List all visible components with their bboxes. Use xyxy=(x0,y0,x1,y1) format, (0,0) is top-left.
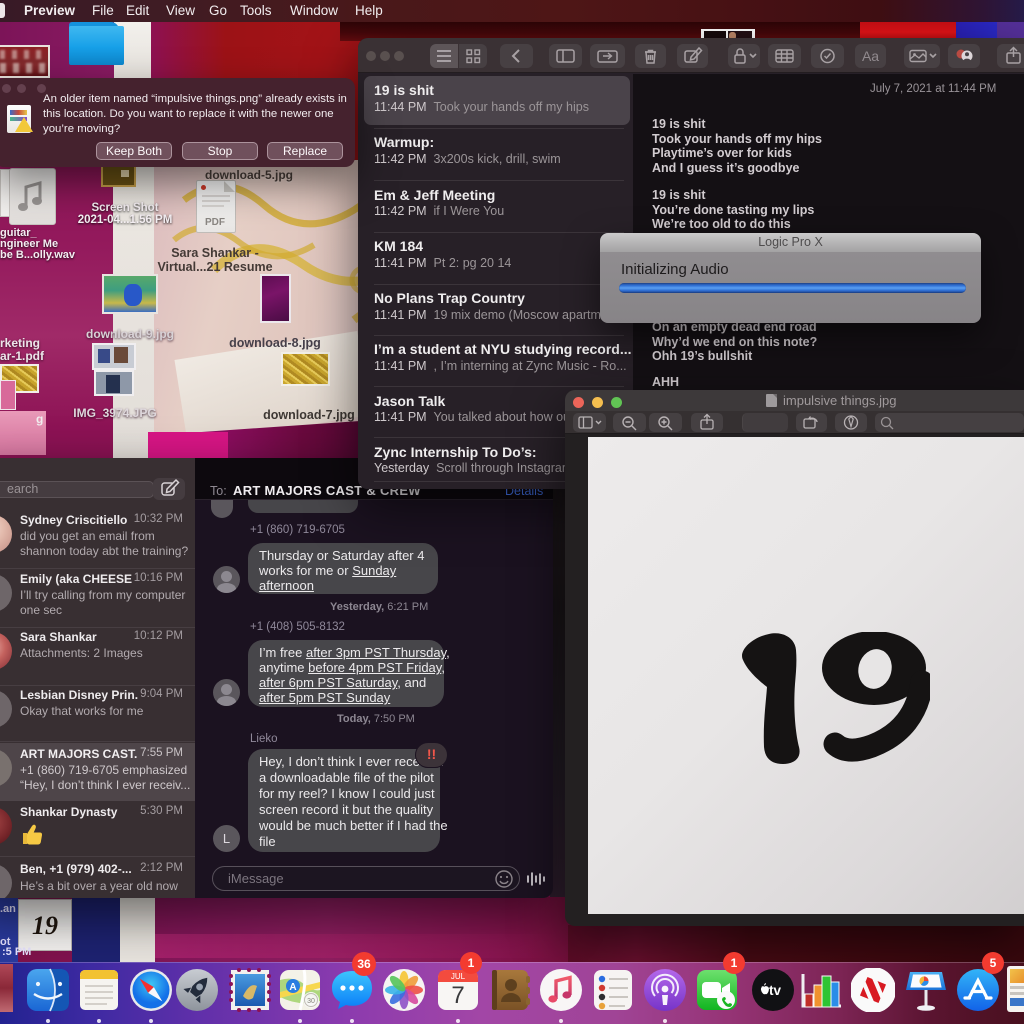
svg-text:JUL: JUL xyxy=(451,972,466,981)
svg-text:30: 30 xyxy=(307,998,315,1005)
svg-text:7: 7 xyxy=(451,982,464,1009)
svg-text:tv: tv xyxy=(769,983,781,998)
svg-text:A: A xyxy=(289,982,296,993)
